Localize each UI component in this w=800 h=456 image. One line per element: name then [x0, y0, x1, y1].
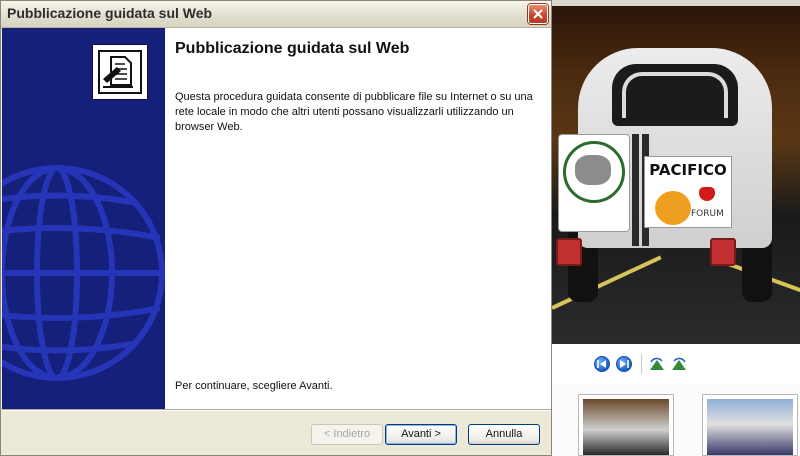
continue-hint: Per continuare, scegliere Avanti. [175, 380, 333, 392]
back-button[interactable]: < Indietro [311, 424, 383, 445]
photo-viewer: PACIFICO FORUM [548, 0, 800, 456]
club-mascot [575, 155, 611, 185]
pacifico-sticker: PACIFICO FORUM [644, 156, 732, 228]
globe-icon [2, 165, 165, 381]
club-sticker [558, 134, 630, 232]
car-photo: PACIFICO FORUM [552, 6, 800, 344]
thumbnail-image [583, 399, 669, 455]
next-icon[interactable] [616, 356, 632, 372]
thumbnail[interactable] [578, 394, 674, 456]
taillight-right [710, 238, 736, 266]
cancel-button[interactable]: Annulla [468, 424, 540, 445]
forum-label: FORUM [691, 209, 724, 219]
stripe [632, 134, 639, 246]
wizard-content: Pubblicazione guidata sul Web Questa pro… [165, 28, 551, 409]
close-button[interactable] [528, 4, 548, 24]
button-divider [2, 409, 551, 411]
wizard-description: Questa procedura guidata consente di pub… [175, 91, 533, 133]
roll-bar [622, 72, 728, 118]
wizard-side-panel [2, 28, 165, 409]
nav-separator [641, 354, 642, 374]
previous-icon[interactable] [594, 356, 610, 372]
heart-icon [699, 187, 715, 201]
taillight-left [556, 238, 582, 266]
rotate-right-icon[interactable] [670, 356, 688, 372]
next-button[interactable]: Avanti > [385, 424, 457, 445]
wizard-window: Pubblicazione guidata sul Web Pubblicazi… [0, 0, 552, 456]
wizard-heading: Pubblicazione guidata sul Web [175, 40, 410, 57]
window-title: Pubblicazione guidata sul Web [7, 5, 213, 21]
pacifico-title: PACIFICO [649, 161, 727, 179]
thumbnail[interactable] [702, 394, 798, 456]
cat-icon [655, 191, 691, 225]
wizard-icon [92, 44, 148, 100]
close-icon [533, 9, 543, 19]
rotate-left-icon[interactable] [648, 356, 666, 372]
thumbnail-image [707, 399, 793, 455]
title-bar[interactable]: Pubblicazione guidata sul Web [1, 1, 551, 28]
